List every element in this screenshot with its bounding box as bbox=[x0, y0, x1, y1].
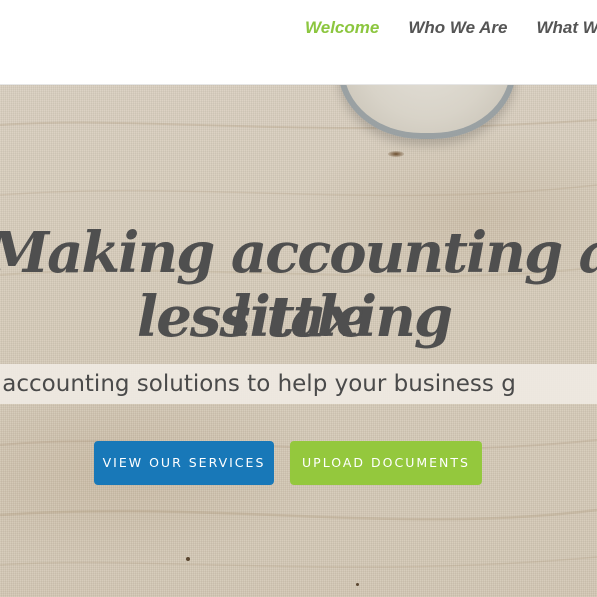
page: Welcome Who We Are What W Making account… bbox=[0, 0, 597, 597]
nav-item-welcome[interactable]: Welcome bbox=[305, 18, 379, 38]
magnifying-glass-image bbox=[338, 85, 516, 139]
nav-item-who-we-are[interactable]: Who We Are bbox=[408, 18, 507, 38]
hero-headline-line2: less taxing bbox=[136, 284, 453, 350]
upload-documents-button[interactable]: UPLOAD DOCUMENTS bbox=[290, 441, 482, 485]
nav-item-what-we-do[interactable]: What W bbox=[537, 18, 597, 38]
hero-section: Making accounting a little less taxing P… bbox=[0, 85, 597, 597]
tagline-bar: Personalized accounting solutions to hel… bbox=[0, 364, 597, 404]
view-our-services-button[interactable]: VIEW OUR SERVICES bbox=[94, 441, 274, 485]
wood-speck bbox=[356, 583, 359, 586]
hero-tagline: Personalized accounting solutions to hel… bbox=[0, 371, 516, 397]
wood-knot bbox=[388, 151, 404, 157]
site-header: Welcome Who We Are What W bbox=[0, 0, 597, 85]
wood-speck bbox=[186, 557, 190, 561]
main-nav: Welcome Who We Are What W bbox=[305, 18, 597, 38]
